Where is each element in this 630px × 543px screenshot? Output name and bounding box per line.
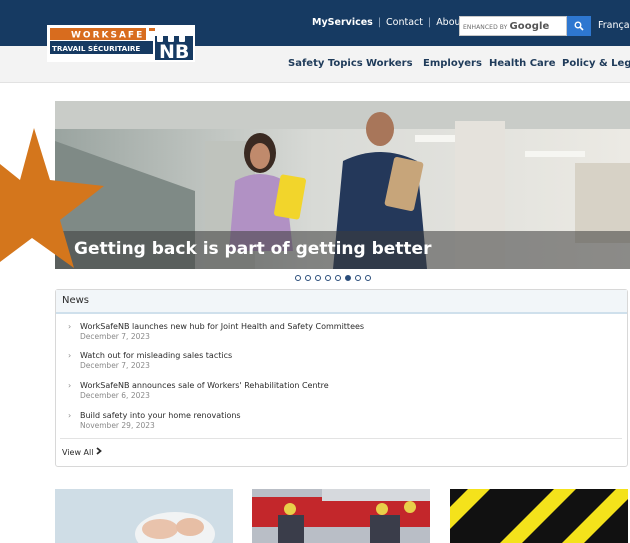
chevron-right-icon: › <box>68 411 72 420</box>
carousel-dot[interactable] <box>315 275 321 281</box>
news-heading: News <box>62 295 90 306</box>
chevron-right-icon: › <box>68 351 72 360</box>
carousel-dot[interactable] <box>345 275 351 281</box>
nav-health-care[interactable]: Health Care <box>489 58 556 69</box>
news-item-date: December 6, 2023 <box>80 391 150 400</box>
carousel-dot[interactable] <box>355 275 361 281</box>
hero-carousel[interactable]: Getting back is part of getting better <box>55 101 630 269</box>
carousel-dot[interactable] <box>295 275 301 281</box>
carousel-dot[interactable] <box>325 275 331 281</box>
search-icon <box>574 21 584 31</box>
news-item-date: December 7, 2023 <box>80 361 150 370</box>
news-header: News <box>56 290 627 314</box>
nav-safety-topics[interactable]: Safety Topics <box>288 58 363 69</box>
hero-caption[interactable]: Getting back is part of getting better <box>74 239 431 259</box>
search-placeholder: ENHANCED BY Google <box>463 21 550 32</box>
search-input[interactable]: ENHANCED BY Google <box>459 16 567 36</box>
hands-image <box>55 489 233 543</box>
hero-caption-bar: Getting back is part of getting better <box>55 231 630 269</box>
chevron-right-icon <box>96 447 102 455</box>
tile-hazard[interactable] <box>450 489 628 543</box>
hazard-stripes-image <box>450 489 628 543</box>
carousel-dot[interactable] <box>335 275 341 281</box>
view-all-link[interactable]: View All <box>62 447 102 457</box>
news-item-title[interactable]: WorkSafeNB launches new hub for Joint He… <box>80 322 364 331</box>
worksafenb-logo[interactable]: WORKSAFE TRAVAIL SÉCURITAIRE NB <box>47 25 195 62</box>
news-item-title[interactable]: WorkSafeNB announces sale of Workers' Re… <box>80 381 329 390</box>
tile-firefighters[interactable] <box>252 489 430 543</box>
firefighters-image <box>252 489 430 543</box>
logo-text-top: WORKSAFE <box>71 31 144 41</box>
carousel-dot[interactable] <box>365 275 371 281</box>
utility-links: MyServices | Contact | About Us <box>312 17 480 28</box>
news-item-date: November 29, 2023 <box>80 421 155 430</box>
news-item-date: December 7, 2023 <box>80 332 150 341</box>
chevron-right-icon: › <box>68 381 72 390</box>
nav-policy-legal[interactable]: Policy & Legal <box>562 58 630 69</box>
news-divider <box>60 438 622 439</box>
tile-hands[interactable] <box>55 489 233 543</box>
search-button[interactable] <box>567 16 591 36</box>
news-item-title[interactable]: Watch out for misleading sales tactics <box>80 351 232 360</box>
star-decoration <box>0 128 104 268</box>
logo-text-nb: NB <box>159 41 189 62</box>
news-panel: News › WorkSafeNB launches new hub for J… <box>55 289 628 467</box>
logo-text-bottom: TRAVAIL SÉCURITAIRE <box>52 44 140 53</box>
news-item-title[interactable]: Build safety into your home renovations <box>80 411 241 420</box>
chevron-right-icon: › <box>68 322 72 331</box>
language-link[interactable]: Français <box>598 20 630 31</box>
nav-workers[interactable]: Workers <box>366 58 413 69</box>
contact-link[interactable]: Contact <box>386 17 423 28</box>
myservices-link[interactable]: MyServices <box>312 17 373 28</box>
carousel-dot[interactable] <box>305 275 311 281</box>
logo-figures-icon <box>157 26 185 42</box>
nav-employers[interactable]: Employers <box>423 58 482 69</box>
